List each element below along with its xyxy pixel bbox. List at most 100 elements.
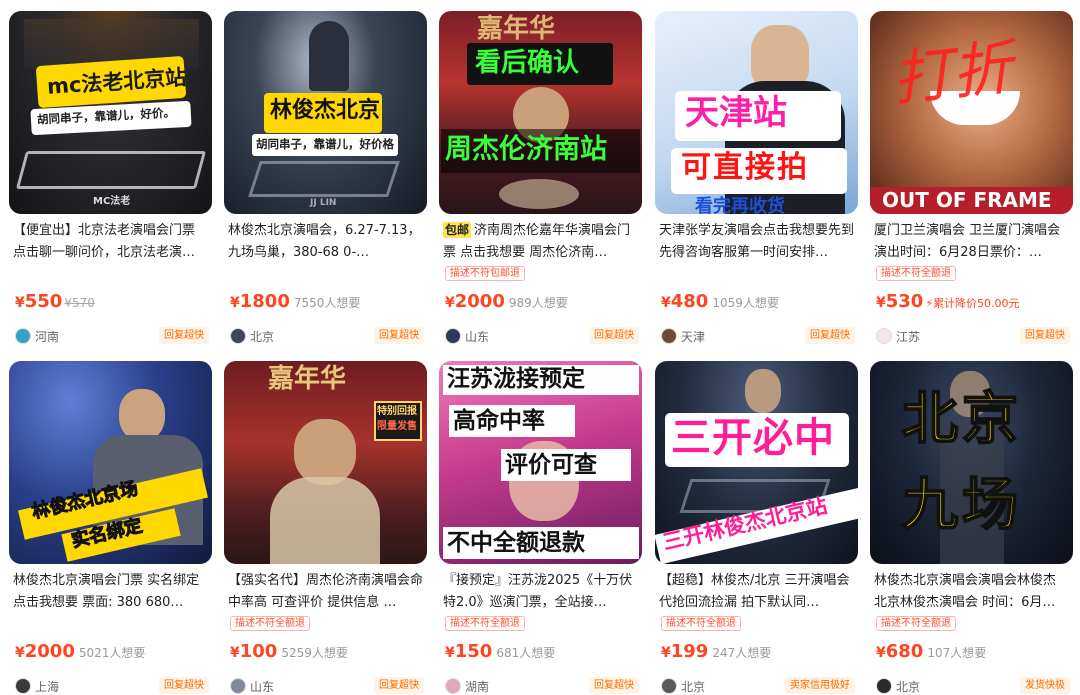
product-card[interactable]: 三开必中 三开林俊杰北京站 【超稳】林俊杰/北京 三开演唱会代抢回流捡漏 拍下默… [655,361,858,695]
lightning-icon: ⚡ [925,297,934,310]
product-grid: mc法老北京站 胡同串子，靠谱儿，好价。 MC法老 【便宜出】北京法老演唱会门票… [0,0,1080,695]
product-image[interactable]: 林俊杰北京场 实名绑定 [9,361,212,564]
product-image[interactable]: mc法老北京站 胡同串子，靠谱儿，好价。 MC法老 [9,11,212,214]
product-title[interactable]: 包邮 济南周杰伦嘉年华演唱会门票 点击我想要 周杰伦济南… [443,220,641,264]
product-image[interactable]: 林俊杰北京 胡同串子，靠谱儿，好价格 JJ LIN [224,11,427,214]
price-row: ¥199 247人想要 [661,641,771,667]
image-text-caption: 看完再收货 [695,196,785,214]
seller-badge: 回复超快 [1020,327,1070,344]
product-card[interactable]: 北京 九场 林俊杰北京演唱会演唱会林俊杰 北京林俊杰演唱会 时间：6月… 描述不… [870,361,1073,695]
seller-badge: 回复超快 [374,327,424,344]
product-image[interactable]: 汪苏泷接预定 高命中率 评价可查 不中全额退款 [439,361,642,564]
image-text-sub: 九场 [901,473,1022,538]
image-text-main: 打折 [888,32,1016,116]
seller-location: 湖南 [465,680,490,694]
price-row: ¥550 ¥570 [15,291,95,317]
avatar[interactable] [230,678,246,694]
seller-location: 天津 [681,330,706,344]
seller-location: 上海 [35,680,60,694]
product-image[interactable]: 嘉年华 特别回报 限量发售 [224,361,427,564]
guarantee-tag: 描述不符包邮退 [445,266,525,281]
price: ¥100 [230,641,278,662]
seller-badge: 卖家信用极好 [785,677,855,694]
seller-badge: 回复超快 [589,327,639,344]
product-title-text: 【便宜出】北京法老演唱会门票 点击聊一聊问价，北京法老演… [13,223,196,260]
product-title-text: 『接预定』汪苏泷2025《十万伏特2.0》巡演门票，全站接… [443,573,633,610]
seller-location: 山东 [465,330,490,344]
product-title[interactable]: 【便宜出】北京法老演唱会门票 点击聊一聊问价，北京法老演… [13,220,211,264]
seller-meta: 北京 回复超快 [230,327,426,345]
image-text-sub: 周杰伦济南站 [445,134,607,165]
image-text-main: 天津站 [685,93,787,133]
price: ¥530 [876,291,924,312]
product-title-text: 林俊杰北京演唱会，6.27-7.13，九场鸟巢，380-68 0-… [228,223,421,260]
avatar[interactable] [876,678,892,694]
product-title-text: 天津张学友演唱会点击我想要先到先得咨询客服第一时间安排… [659,223,855,260]
product-image[interactable]: 嘉年华 看后确认 周杰伦济南站 [439,11,642,214]
product-title[interactable]: 『接预定』汪苏泷2025《十万伏特2.0》巡演门票，全站接… [443,570,641,614]
image-text-main: 看后确认 [475,48,580,78]
guarantee-tag: 描述不符全额退 [445,616,525,631]
avatar[interactable] [876,328,892,344]
image-text-main: 嘉年华 [268,364,347,394]
avatar[interactable] [445,328,461,344]
wants-count: 7550人想要 [293,296,361,310]
product-card[interactable]: mc法老北京站 胡同串子，靠谱儿，好价。 MC法老 【便宜出】北京法老演唱会门票… [9,11,212,351]
product-title[interactable]: 【强实名代】周杰伦济南演唱会命中率高 可查评价 提供信息 … [228,570,426,614]
price: ¥680 [876,641,924,662]
product-title[interactable]: 厦门卫兰演唱会 卫兰厦门演唱会演出时间：6月28日票价：… [874,220,1072,264]
avatar[interactable] [15,328,31,344]
seller-location: 江苏 [896,330,921,344]
product-image[interactable]: 打折 OUT OF FRAME [870,11,1073,214]
product-image[interactable]: 北京 九场 [870,361,1073,564]
seller-meta: 天津 回复超快 [661,327,857,345]
image-text-caption: 不中全额退款 [447,530,585,556]
wants-count: 989人想要 [508,296,568,310]
price-row: ¥100 5259人想要 [230,641,348,667]
product-title[interactable]: 林俊杰北京演唱会演唱会林俊杰 北京林俊杰演唱会 时间：6月… [874,570,1072,614]
price-row: ¥2000 5021人想要 [15,641,145,667]
avatar[interactable] [445,678,461,694]
seller-location: 山东 [250,680,275,694]
product-title-text: 林俊杰北京演唱会门票 实名绑定 点击我想要 票面: 380 680… [13,573,200,610]
product-card[interactable]: 林俊杰北京场 实名绑定 林俊杰北京演唱会门票 实名绑定 点击我想要 票面: 38… [9,361,212,695]
wants-count: 5021人想要 [78,646,146,660]
avatar[interactable] [661,678,677,694]
wants-count: 5259人想要 [281,646,348,660]
image-text-sub2: 评价可查 [505,452,597,478]
seller-location: 北京 [681,680,706,694]
original-price: ¥570 [64,296,95,310]
price: ¥2000 [445,291,505,312]
product-title-text: 济南周杰伦嘉年华演唱会门票 点击我想要 周杰伦济南… [443,223,631,260]
product-title[interactable]: 林俊杰北京演唱会门票 实名绑定 点击我想要 票面: 380 680… [13,570,211,614]
price-row: ¥1800 7550人想要 [230,291,360,317]
seller-meta: 北京 发货快极 [876,677,1072,695]
product-title[interactable]: 【超稳】林俊杰/北京 三开演唱会代抢回流捡漏 拍下默认同… [659,570,857,614]
product-title[interactable]: 天津张学友演唱会点击我想要先到先得咨询客服第一时间安排… [659,220,857,264]
seller-meta: 河南 回复超快 [15,327,211,345]
product-card[interactable]: 天津站 可直接拍 看完再收货 天津张学友演唱会点击我想要先到先得咨询客服第一时间… [655,11,858,351]
product-card[interactable]: 嘉年华 看后确认 周杰伦济南站 包邮 济南周杰伦嘉年华演唱会门票 点击我想要 周杰… [439,11,642,351]
avatar[interactable] [230,328,246,344]
product-image[interactable]: 天津站 可直接拍 看完再收货 [655,11,858,214]
price-row: ¥680 107人想要 [876,641,986,667]
price-drop: ⚡累计降价50.00元 [925,297,1020,310]
image-text-main: 汪苏泷接预定 [447,366,585,392]
product-image[interactable]: 三开必中 三开林俊杰北京站 [655,361,858,564]
price: ¥150 [445,641,493,662]
product-title[interactable]: 林俊杰北京演唱会，6.27-7.13，九场鸟巢，380-68 0-… [228,220,426,264]
price-row: ¥530 ⚡累计降价50.00元 [876,291,1020,317]
product-card[interactable]: 林俊杰北京 胡同串子，靠谱儿，好价格 JJ LIN 林俊杰北京演唱会，6.27-… [224,11,427,351]
price: ¥1800 [230,291,290,312]
product-card[interactable]: 嘉年华 特别回报 限量发售 【强实名代】周杰伦济南演唱会命中率高 可查评价 提供… [224,361,427,695]
avatar[interactable] [15,678,31,694]
image-text-main: 三开必中 [671,415,835,461]
image-text-caption: JJ LIN [310,198,337,208]
product-card[interactable]: 打折 OUT OF FRAME 厦门卫兰演唱会 卫兰厦门演唱会演出时间：6月28… [870,11,1073,351]
product-card[interactable]: 汪苏泷接预定 高命中率 评价可查 不中全额退款 『接预定』汪苏泷2025《十万伏… [439,361,642,695]
image-text-sub: 特别回报 [377,406,417,417]
seller-meta: 山东 回复超快 [230,677,426,695]
free-shipping-tag: 包邮 [443,222,472,238]
avatar[interactable] [661,328,677,344]
price-row: ¥150 681人想要 [445,641,555,667]
